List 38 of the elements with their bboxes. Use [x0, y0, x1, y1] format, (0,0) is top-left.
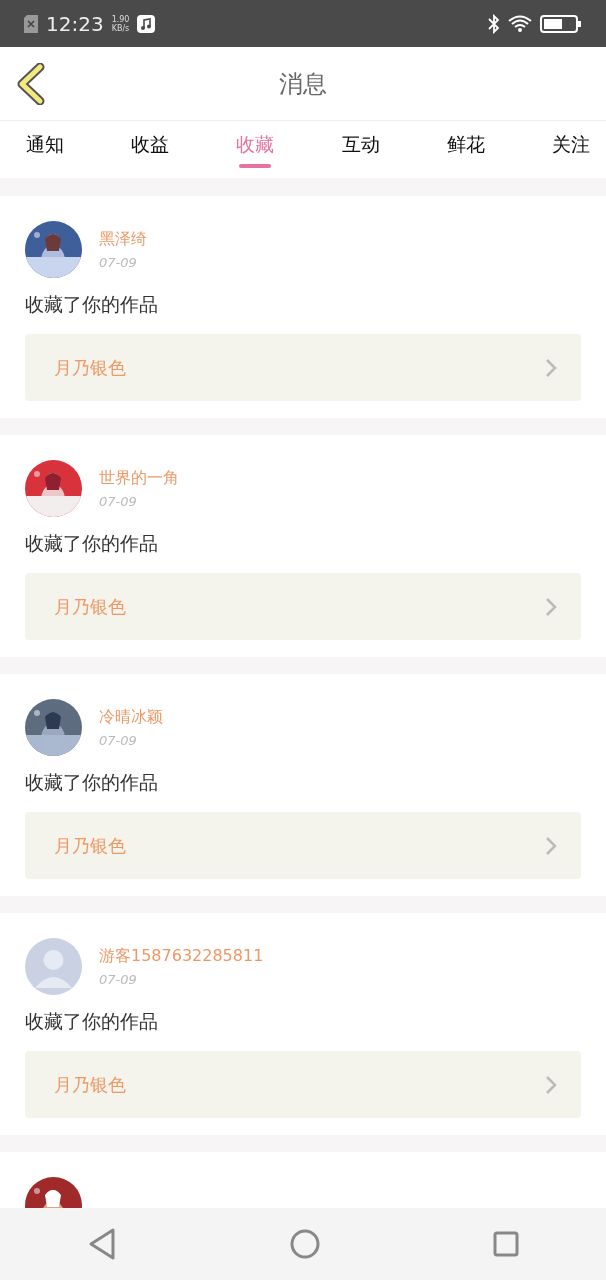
user-name[interactable]: 冷晴冰颖 — [99, 707, 163, 728]
speed-value: 1.90 — [111, 14, 130, 24]
clock-time: 12:23 — [46, 11, 104, 36]
message-date: 07-09 — [99, 255, 138, 270]
message-text: 收藏了你的作品 — [25, 770, 159, 795]
message-text: 收藏了你的作品 — [25, 531, 159, 556]
tab[interactable]: 通知 — [26, 121, 64, 178]
page-title: 消息 — [279, 68, 327, 100]
speed-unit: KB/s — [111, 23, 130, 33]
bluetooth-icon — [488, 13, 500, 34]
chevron-right-icon — [545, 1074, 557, 1095]
user-name[interactable]: 世界的一角 — [99, 468, 179, 489]
work-link[interactable]: 月乃银色 — [25, 573, 581, 640]
work-link[interactable]: 月乃银色 — [25, 1051, 581, 1118]
home-nav-button[interactable] — [290, 1229, 320, 1259]
tab[interactable]: 收益 — [131, 121, 170, 178]
tab[interactable]: 互动 — [341, 121, 380, 178]
work-link[interactable]: 月乃银色 — [25, 812, 581, 879]
battery-icon — [540, 14, 582, 33]
tab[interactable]: 关注 — [551, 121, 590, 178]
user-name[interactable]: 游客1587632285811 — [99, 946, 264, 967]
music-note-icon — [137, 14, 156, 33]
chevron-right-icon — [545, 835, 557, 856]
message-text: 收藏了你的作品 — [25, 292, 159, 317]
user-name[interactable]: 黑泽绮 — [99, 229, 147, 250]
tab[interactable]: 鲜花 — [446, 121, 485, 178]
message-date: 07-09 — [99, 972, 138, 987]
tab[interactable]: 收藏 — [236, 121, 275, 178]
default-avatar-icon — [25, 938, 82, 995]
message-text: 收藏了你的作品 — [25, 1009, 159, 1034]
work-link[interactable]: 月乃银色 — [25, 334, 581, 401]
recents-nav-button[interactable] — [493, 1231, 520, 1257]
chevron-right-icon — [545, 596, 557, 617]
message-date: 07-09 — [99, 733, 138, 748]
sim-card-icon — [24, 14, 38, 33]
chevron-right-icon — [545, 357, 557, 378]
wifi-icon — [508, 14, 532, 33]
message-date: 07-09 — [99, 494, 138, 509]
